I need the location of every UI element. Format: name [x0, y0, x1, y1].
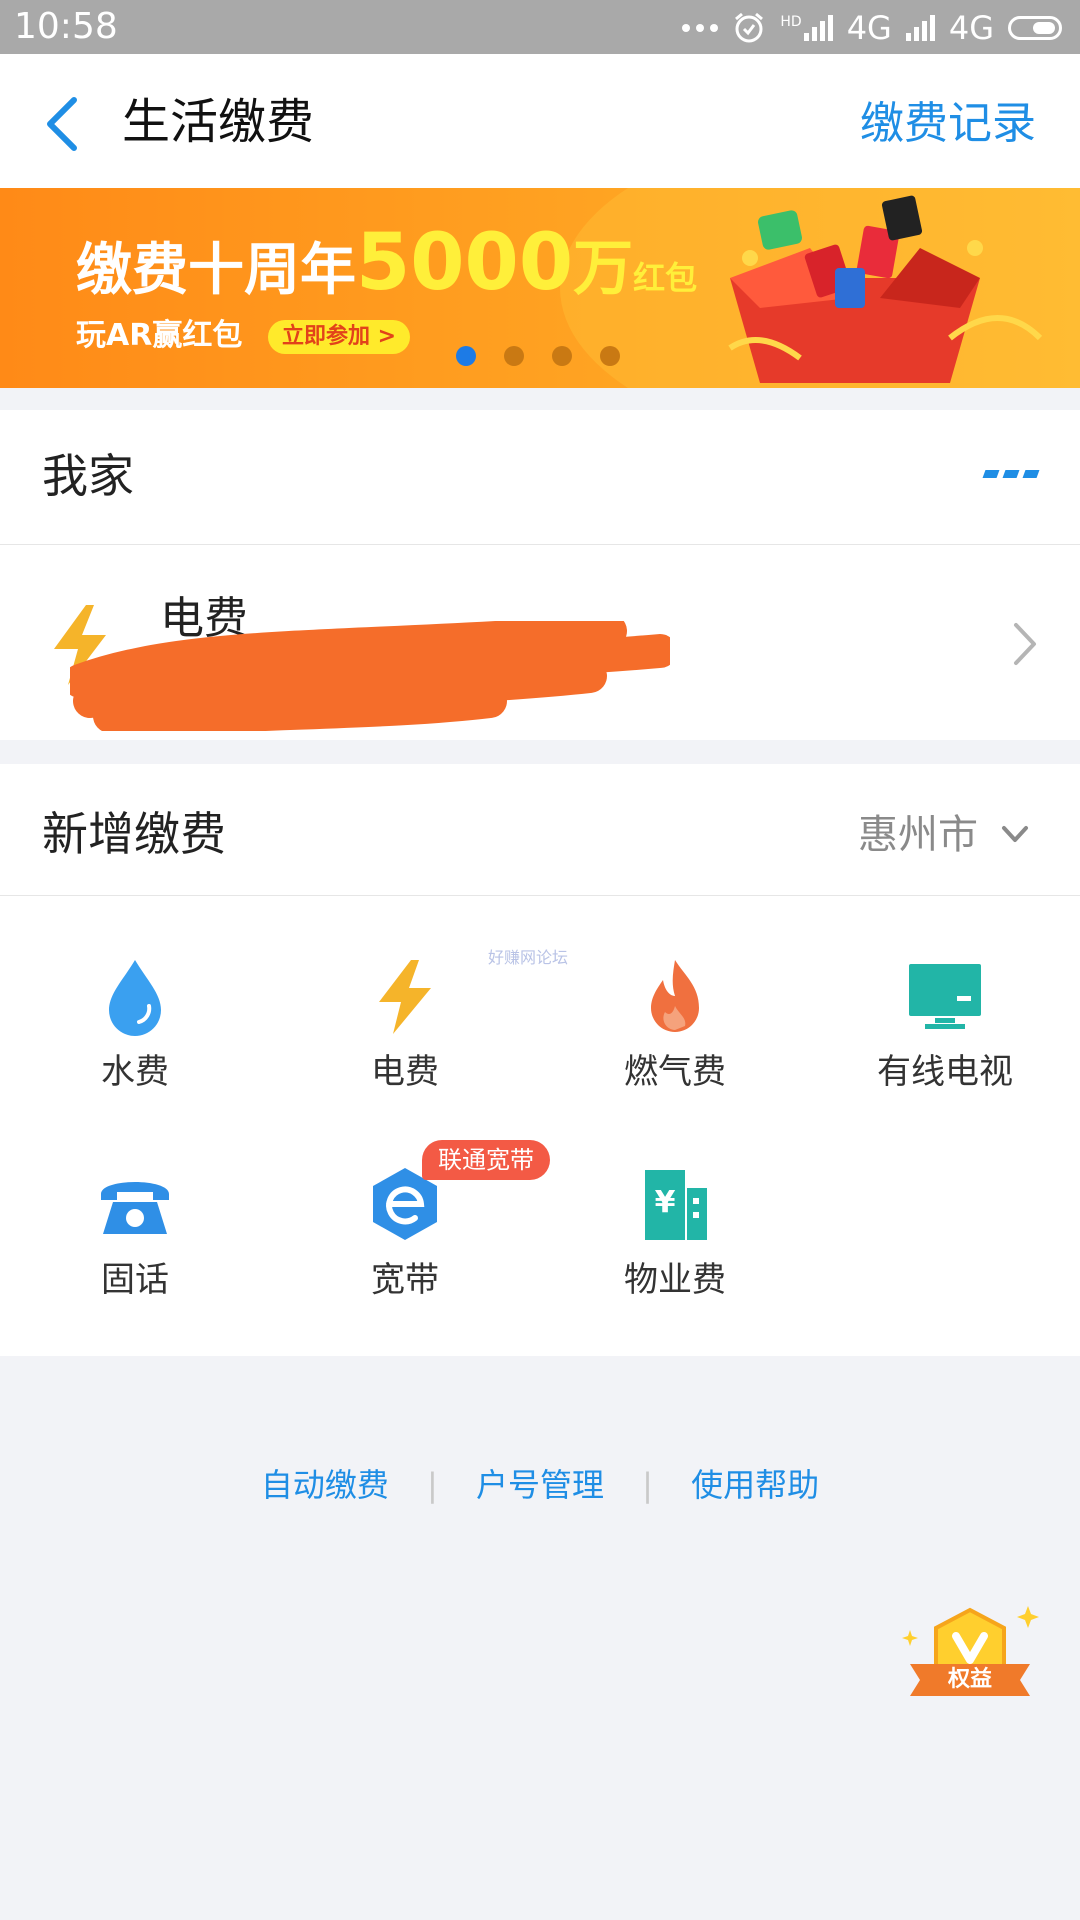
my-home-title: 我家	[42, 449, 134, 503]
more-icon[interactable]	[982, 470, 1040, 478]
signal-hd-icon: HD	[780, 15, 833, 41]
perks-floating-button[interactable]: 权益	[900, 1600, 1040, 1720]
payment-item-cable-tv[interactable]: 有线电视	[810, 956, 1080, 1094]
payment-item-label: 水费	[101, 1052, 169, 1092]
network-type-1: 4G	[846, 9, 892, 47]
app-header: 生活缴费 缴费记录	[0, 54, 1080, 188]
building-icon: ¥	[645, 1170, 707, 1240]
red-envelope-gift-icon	[728, 195, 1043, 383]
link-separator: |	[642, 1466, 653, 1504]
new-payment-title: 新增缴费	[42, 807, 226, 861]
promo-banner[interactable]: 缴费十周年5000万红包 玩AR赢红包 立即参加 >	[0, 188, 1080, 388]
footer-links: 自动缴费 | 户号管理 | 使用帮助	[0, 1460, 1080, 1506]
perk-badge-icon	[902, 1606, 1039, 1696]
payment-item-electricity[interactable]: 电费	[270, 956, 540, 1094]
redaction-scribble	[70, 621, 670, 731]
payment-item-label: 物业费	[624, 1260, 726, 1300]
payment-item-label: 有线电视	[877, 1052, 1013, 1092]
link-separator: |	[427, 1466, 438, 1504]
banner-subtitle: 玩AR赢红包	[76, 318, 243, 353]
more-notifications-icon	[682, 24, 719, 32]
tv-icon	[909, 964, 981, 1029]
banner-pagination	[456, 346, 620, 366]
flame-icon	[651, 960, 699, 1032]
water-drop-icon	[109, 960, 161, 1036]
broadband-promo-badge: 联通宽带	[422, 1140, 550, 1180]
divider	[0, 895, 1080, 896]
payment-item-property[interactable]: ¥ 物业费	[540, 1164, 810, 1302]
new-payment-card: 新增缴费 惠州市 好赚网论坛 水费 电费 燃气费 有线电视 固话 宽带 ¥ 物业…	[0, 764, 1080, 1356]
status-time: 10:58	[14, 6, 118, 47]
chevron-down-icon[interactable]	[1000, 820, 1030, 848]
status-icons: HD 4G 4G	[682, 8, 1062, 48]
chevron-left-icon[interactable]	[40, 94, 84, 154]
payment-item-label: 宽带	[371, 1260, 439, 1300]
banner-join-button[interactable]: 立即参加 >	[268, 320, 411, 354]
telephone-icon	[101, 1182, 169, 1234]
payment-item-water[interactable]: 水费	[0, 956, 270, 1094]
battery-icon	[1008, 16, 1062, 40]
pagination-dot[interactable]	[504, 346, 524, 366]
payment-item-label: 电费	[371, 1052, 439, 1092]
payment-record-link[interactable]: 缴费记录	[860, 94, 1036, 154]
payment-item-gas[interactable]: 燃气费	[540, 956, 810, 1094]
network-type-2: 4G	[948, 9, 994, 47]
status-bar: 10:58 HD 4G 4G	[0, 0, 1080, 54]
page-title: 生活缴费	[122, 94, 315, 150]
banner-title: 缴费十周年5000万红包	[76, 218, 698, 308]
pagination-dot[interactable]	[552, 346, 572, 366]
alarm-icon	[735, 12, 764, 43]
account-management-link[interactable]: 户号管理	[476, 1460, 604, 1506]
svg-text:¥: ¥	[655, 1185, 676, 1220]
signal-icon	[905, 15, 935, 41]
lightning-icon	[379, 960, 431, 1034]
electricity-bill-row[interactable]: 电费	[0, 545, 1080, 740]
chevron-right-icon	[1014, 623, 1036, 665]
help-link[interactable]: 使用帮助	[691, 1460, 819, 1506]
city-selector[interactable]: 惠州市	[858, 806, 978, 864]
auto-pay-link[interactable]: 自动缴费	[261, 1460, 389, 1506]
payment-item-label: 固话	[101, 1260, 169, 1300]
payment-item-broadband[interactable]: 宽带	[270, 1164, 540, 1302]
payment-item-landline[interactable]: 固话	[0, 1164, 270, 1302]
pagination-dot[interactable]	[456, 346, 476, 366]
payment-item-label: 燃气费	[624, 1052, 726, 1092]
pagination-dot[interactable]	[600, 346, 620, 366]
perk-label: 权益	[947, 1667, 992, 1692]
my-home-card: 我家 电费	[0, 410, 1080, 740]
